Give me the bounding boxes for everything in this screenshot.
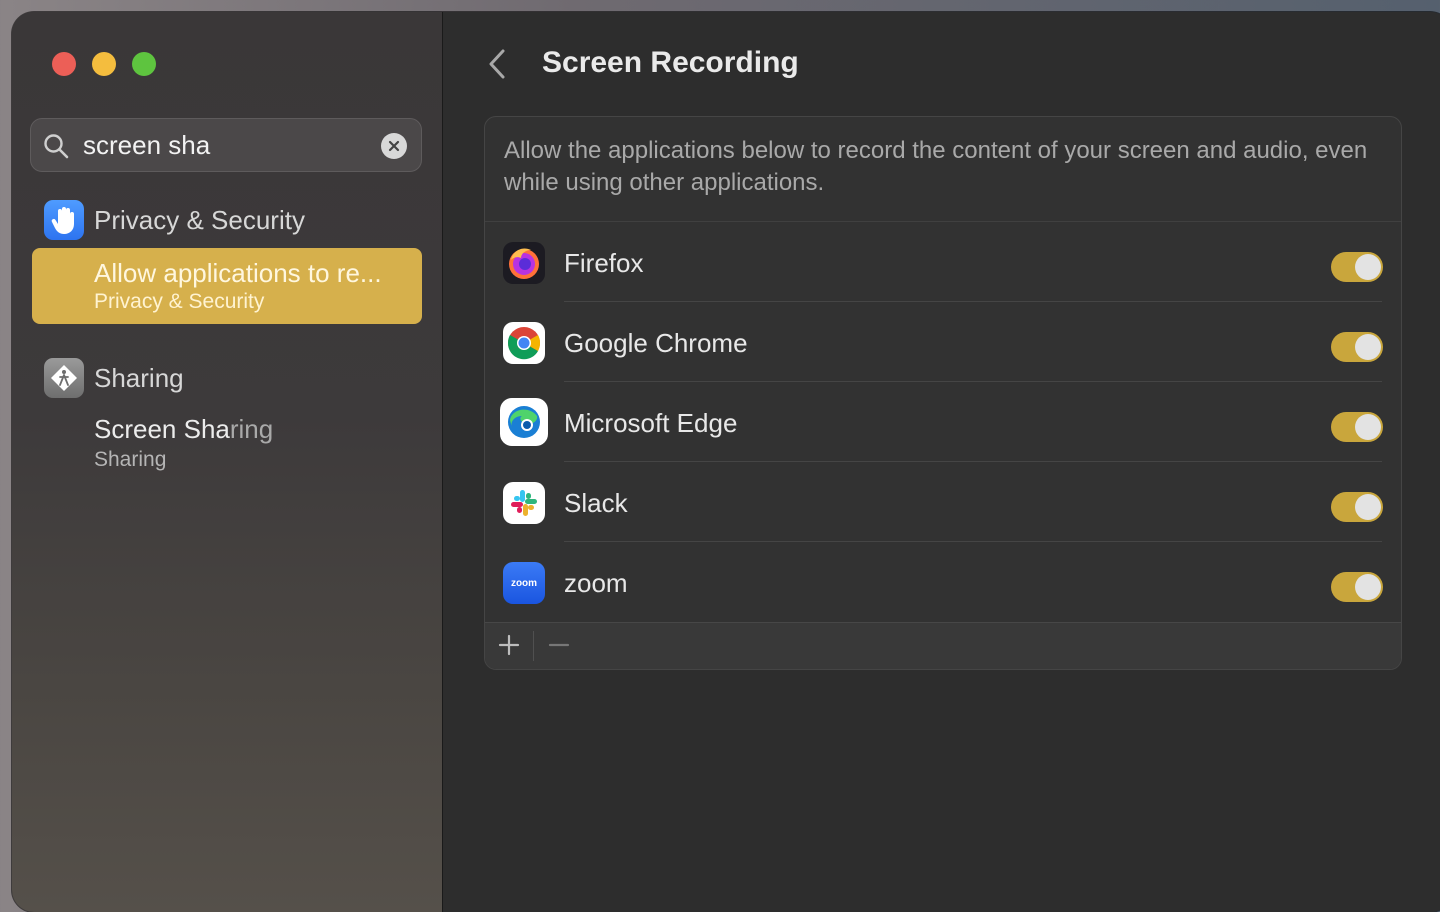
edge-icon: [500, 398, 548, 446]
app-name: Google Chrome: [564, 328, 748, 358]
app-name: zoom: [564, 568, 628, 598]
chrome-icon: [503, 322, 545, 364]
search-result-allow-applications[interactable]: Allow applications to re... Privacy & Se…: [32, 248, 422, 324]
app-list-panel: Allow the applications below to record t…: [484, 116, 1402, 670]
back-chevron-icon[interactable]: [485, 48, 509, 80]
footer-divider: [533, 631, 534, 661]
search-input[interactable]: [83, 129, 363, 161]
app-row-zoom: zoom zoom: [485, 542, 1401, 622]
clear-search-icon[interactable]: [381, 133, 407, 159]
group-label: Sharing: [94, 362, 184, 393]
result-title-rest: ring: [229, 414, 274, 444]
app-row-firefox: Firefox: [485, 222, 1401, 302]
result-subtitle: Privacy & Security: [94, 290, 265, 313]
app-row-slack: Slack: [485, 462, 1401, 542]
settings-window: Privacy & Security Allow applications to…: [12, 12, 1440, 912]
result-title-match: Screen Sha: [94, 414, 230, 444]
firefox-toggle[interactable]: [1331, 252, 1383, 282]
remove-app-button[interactable]: [547, 633, 571, 657]
result-title: Screen Sharing: [94, 414, 273, 445]
search-icon: [44, 134, 69, 159]
toggle-knob: [1355, 494, 1381, 520]
group-sharing: Sharing: [44, 358, 184, 398]
search-result-screen-sharing[interactable]: Screen Sharing Sharing: [32, 414, 422, 490]
sidebar: Privacy & Security Allow applications to…: [12, 12, 443, 912]
toggle-knob: [1355, 334, 1381, 360]
app-name: Firefox: [564, 248, 644, 278]
sharing-icon: [44, 358, 84, 398]
main-pane: Screen Recording Allow the applications …: [443, 12, 1440, 912]
close-window-button[interactable]: [52, 52, 76, 76]
zoom-icon-text: zoom: [510, 577, 538, 589]
app-row-google-chrome: Google Chrome: [485, 302, 1401, 382]
chrome-toggle[interactable]: [1331, 332, 1383, 362]
search-field[interactable]: [30, 118, 422, 172]
edge-toggle[interactable]: [1331, 412, 1383, 442]
firefox-icon: [503, 242, 545, 284]
app-name: Slack: [564, 488, 628, 518]
add-app-button[interactable]: [497, 633, 521, 657]
slack-toggle[interactable]: [1331, 492, 1383, 522]
zoom-toggle[interactable]: [1331, 572, 1383, 602]
zoom-window-button[interactable]: [132, 52, 156, 76]
group-label: Privacy & Security: [94, 204, 305, 235]
toggle-knob: [1355, 414, 1381, 440]
toggle-knob: [1355, 254, 1381, 280]
result-title: Allow applications to re...: [94, 258, 382, 288]
slack-icon: [503, 482, 545, 524]
group-privacy-security: Privacy & Security: [44, 200, 305, 240]
toggle-knob: [1355, 574, 1381, 600]
result-subtitle: Sharing: [94, 448, 167, 471]
description-text: Allow the applications below to record t…: [504, 137, 1368, 196]
list-footer: [485, 622, 1401, 669]
zoom-icon: zoom: [503, 562, 545, 604]
page-title: Screen Recording: [542, 46, 799, 79]
app-row-microsoft-edge: Microsoft Edge: [485, 382, 1401, 462]
minimize-window-button[interactable]: [92, 52, 116, 76]
hand-raised-icon: [44, 200, 84, 240]
app-name: Microsoft Edge: [564, 408, 738, 438]
